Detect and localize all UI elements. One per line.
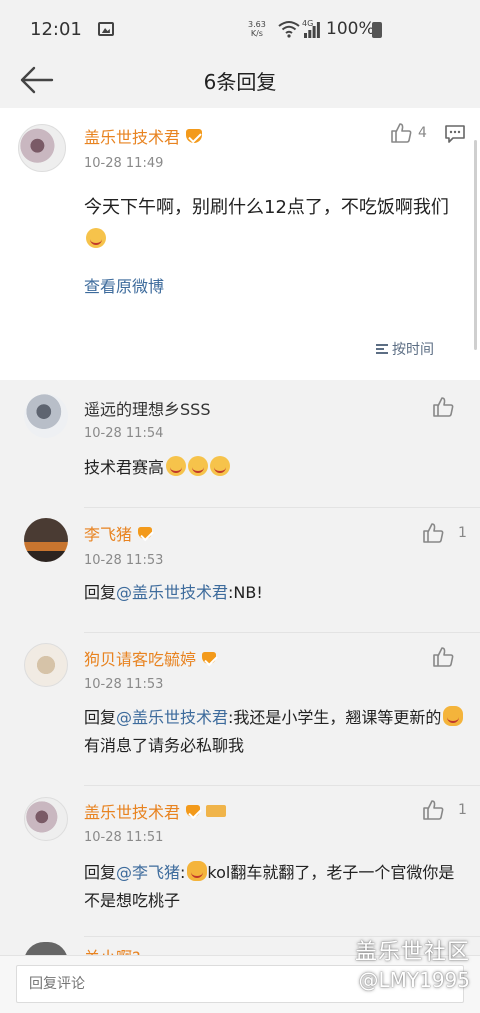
- page-title: 6条回复: [203, 69, 277, 94]
- mention-link[interactable]: @盖乐世技术君: [116, 708, 228, 727]
- thumbs-up-icon: [433, 647, 454, 667]
- battery-percentage: 100%: [326, 19, 375, 39]
- like-button[interactable]: [432, 646, 454, 668]
- scrollbar[interactable]: [474, 140, 477, 350]
- vip-badge-icon: [186, 805, 201, 817]
- main-comment-text: 今天下午啊，别刷什么12点了，不吃饭啊我们: [84, 192, 454, 256]
- vip-badge-icon: [202, 652, 217, 664]
- sort-by-time-button[interactable]: 按时间: [376, 339, 434, 359]
- comment-icon[interactable]: [444, 124, 466, 144]
- reply-author-name[interactable]: 狗贝请客吃毓婷: [84, 646, 217, 670]
- divider: [84, 785, 480, 786]
- sort-icon: [376, 344, 388, 354]
- gallery-notification-icon: [97, 22, 114, 36]
- status-bar: 12:01: [0, 0, 480, 58]
- like-button[interactable]: 1: [422, 799, 467, 821]
- vip-badge-icon: [186, 129, 203, 143]
- vip-badge-icon: [138, 527, 153, 539]
- cat-emoji-icon: [443, 706, 464, 726]
- cat-emoji-icon: [187, 861, 208, 881]
- thumbs-up-icon: [423, 523, 444, 543]
- reply-time: 10-28 11:54: [84, 426, 164, 441]
- avatar[interactable]: [24, 518, 68, 562]
- like-count: 1: [458, 525, 467, 541]
- author-name[interactable]: 盖乐世技术君: [84, 124, 203, 148]
- mention-link[interactable]: @盖乐世技术君: [116, 583, 228, 602]
- reply-time: 10-28 11:53: [84, 553, 164, 568]
- battery-icon: [372, 22, 382, 38]
- avatar[interactable]: [18, 124, 66, 172]
- view-original-weibo-link[interactable]: 查看原微博: [84, 273, 164, 297]
- reply-author-name[interactable]: 遥远的理想乡SSS: [84, 396, 210, 420]
- thumbs-up-icon: [433, 397, 454, 417]
- mention-link[interactable]: @李飞猪: [116, 863, 180, 882]
- like-button[interactable]: [432, 396, 454, 418]
- network-speed: 3.63 K/s: [248, 20, 266, 38]
- kiss-emoji-icon: [210, 456, 231, 476]
- watermark-user: @LMY1995: [358, 968, 470, 992]
- reply-text: 技术君赛高: [84, 454, 464, 482]
- avatar[interactable]: [24, 643, 68, 687]
- signal-icon: [304, 22, 320, 38]
- reply-author-name[interactable]: 盖乐世技术君: [84, 799, 227, 823]
- like-count: 1: [458, 802, 467, 818]
- reply-text: 回复@盖乐世技术君:我还是小学生，翘课等更新的有消息了请务必私聊我: [84, 704, 464, 760]
- top-nav: 6条回复: [0, 58, 480, 102]
- thumbs-up-icon: [391, 123, 412, 143]
- reply-author-name[interactable]: 李飞猪: [84, 521, 153, 545]
- avatar[interactable]: [24, 797, 68, 841]
- member-badge-icon: [206, 805, 227, 817]
- kiss-emoji-icon: [188, 456, 209, 476]
- like-button[interactable]: 4: [390, 122, 427, 144]
- like-button[interactable]: 1: [422, 522, 467, 544]
- kiss-emoji-icon: [166, 456, 187, 476]
- divider: [84, 632, 480, 633]
- thumbs-up-icon: [423, 800, 444, 820]
- comment-time: 10-28 11:49: [84, 156, 164, 171]
- status-time: 12:01: [30, 18, 82, 40]
- like-count: 4: [418, 125, 427, 141]
- reply-text: 回复@盖乐世技术君:NB!: [84, 583, 263, 602]
- wifi-icon: [278, 21, 300, 38]
- watermark-community: 盖乐世社区: [354, 940, 470, 965]
- reply-time: 10-28 11:51: [84, 830, 164, 845]
- divider: [84, 507, 480, 508]
- back-arrow-icon[interactable]: [16, 64, 56, 96]
- laughing-cry-emoji-icon: [86, 228, 106, 248]
- reply-text: 回复@李飞猪: kol翻车就翻了，老子一个官微你是不是想吃桃子: [84, 861, 455, 910]
- avatar[interactable]: [24, 394, 68, 438]
- reply-time: 10-28 11:53: [84, 677, 164, 692]
